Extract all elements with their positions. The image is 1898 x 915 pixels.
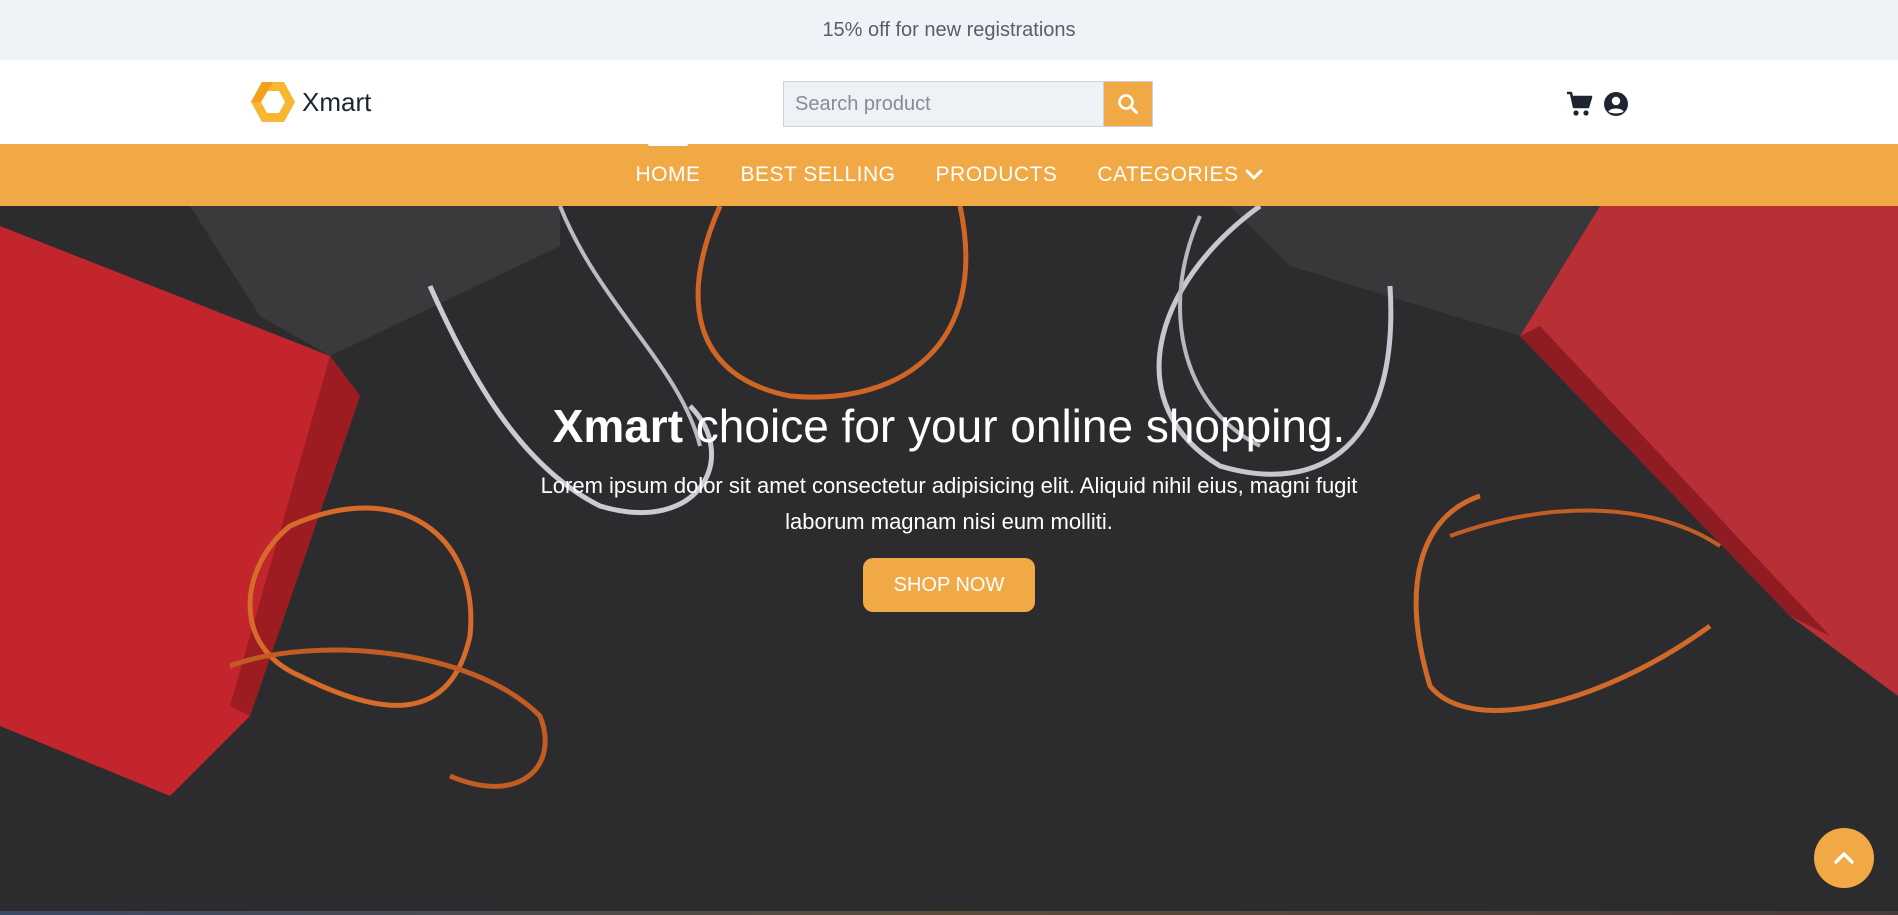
brand-logo[interactable]: Xmart: [250, 80, 371, 124]
nav-label: CATEGORIES: [1097, 163, 1239, 186]
shop-now-button[interactable]: SHOP NOW: [862, 558, 1036, 612]
search-button[interactable]: [1103, 81, 1153, 127]
nav-item-categories[interactable]: CATEGORIES: [1097, 163, 1262, 187]
header-actions: [1566, 91, 1629, 117]
search-form: [783, 81, 1153, 127]
search-input[interactable]: [783, 81, 1103, 127]
nav-label: PRODUCTS: [935, 163, 1058, 186]
brand-name: Xmart: [302, 86, 372, 117]
main-nav: HOME BEST SELLING PRODUCTS CATEGORIES: [0, 142, 1898, 206]
nav-label: HOME: [635, 163, 701, 186]
chevron-down-icon: [1245, 169, 1262, 180]
hexagon-logo-icon: [251, 82, 295, 122]
nav-item-products[interactable]: PRODUCTS: [936, 163, 1058, 187]
promo-bar: 15% off for new registrations: [0, 0, 1898, 60]
nav-label: BEST SELLING: [740, 163, 896, 186]
hero-title: Xmart choice for your online shopping.: [553, 396, 1346, 456]
hero-title-rest: choice for your online shopping.: [683, 400, 1346, 452]
section-divider: [0, 911, 1898, 915]
hero-content: Xmart choice for your online shopping. L…: [0, 396, 1898, 612]
search-icon: [1118, 94, 1138, 114]
cart-icon[interactable]: [1566, 91, 1593, 117]
promo-text: 15% off for new registrations: [822, 18, 1076, 41]
nav-item-home[interactable]: HOME: [635, 142, 701, 187]
chevron-up-icon: [1834, 852, 1854, 864]
scroll-to-top-button[interactable]: [1814, 828, 1874, 888]
hero-banner: Xmart choice for your online shopping. L…: [0, 206, 1898, 915]
hero-title-brand: Xmart: [552, 400, 684, 452]
nav-item-best-selling[interactable]: BEST SELLING: [741, 163, 896, 187]
user-account-icon[interactable]: [1603, 91, 1629, 117]
hero-description: Lorem ipsum dolor sit amet consectetur a…: [540, 473, 1358, 534]
